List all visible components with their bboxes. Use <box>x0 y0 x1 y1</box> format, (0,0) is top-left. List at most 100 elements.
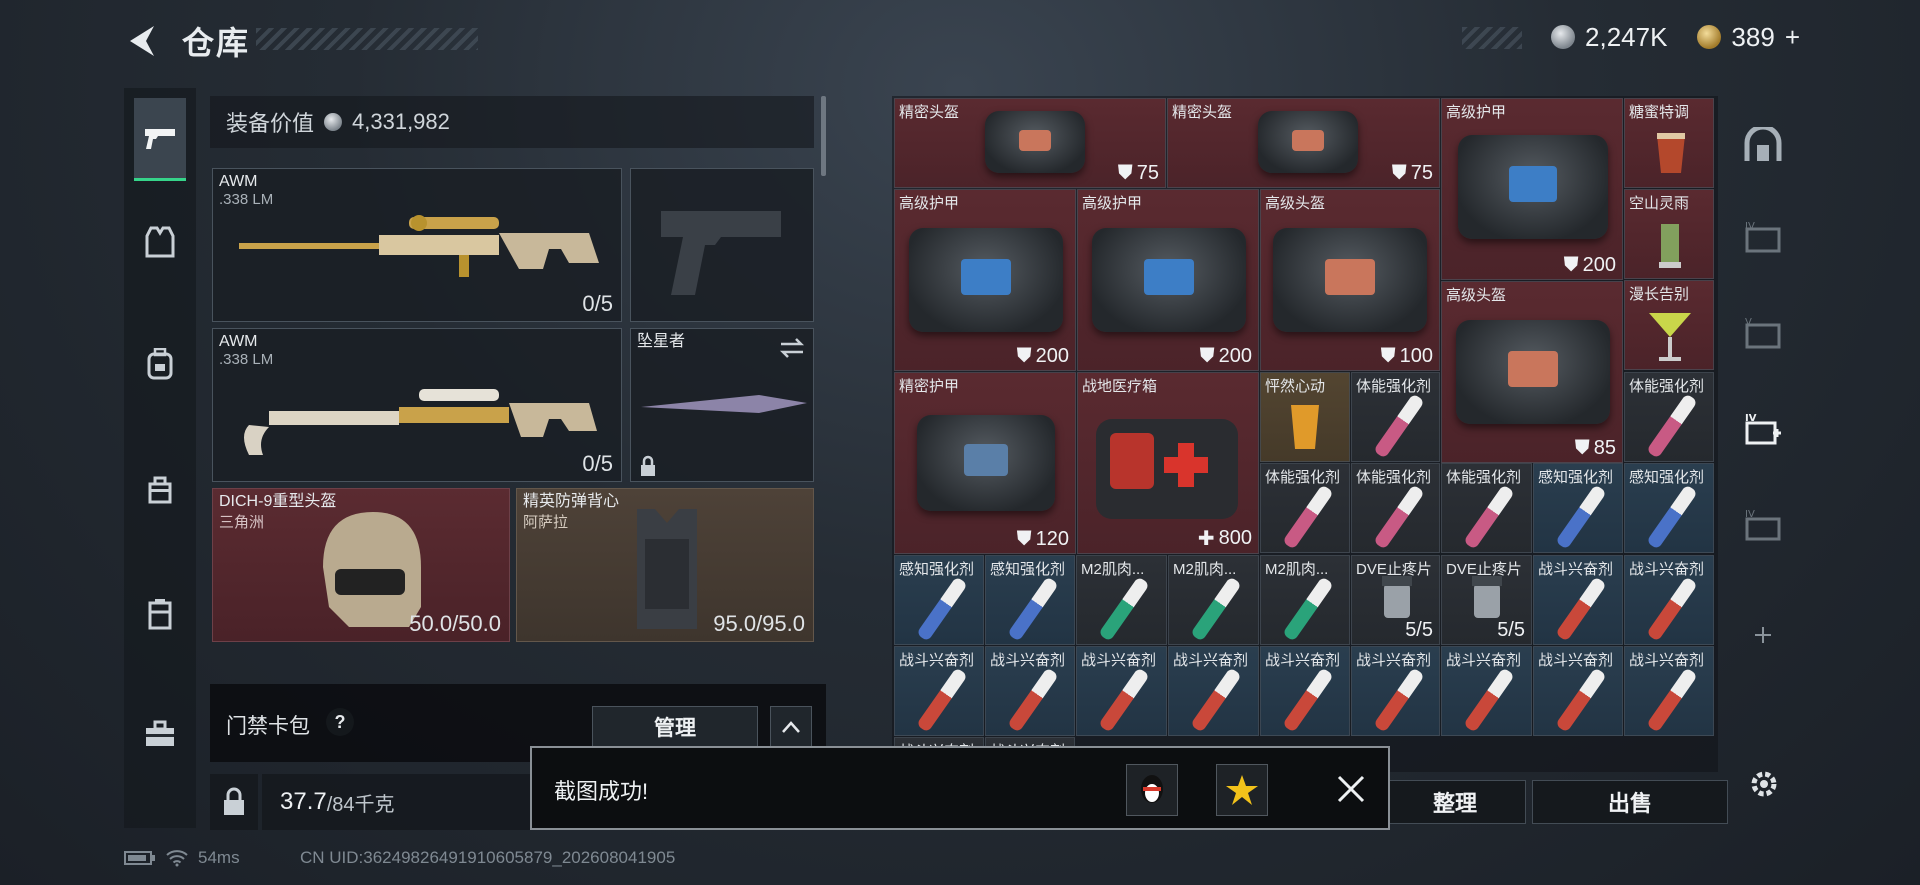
shield-icon: ⛊ <box>1016 345 1032 367</box>
storage-item[interactable]: M2肌肉... <box>1076 555 1167 645</box>
swap-icon[interactable] <box>779 337 805 359</box>
collapse-button[interactable] <box>770 706 812 748</box>
add-page-button[interactable] <box>1738 610 1788 660</box>
chevron-up-icon <box>782 721 800 733</box>
storage-item[interactable]: DVE止疼片 5/5 <box>1441 555 1532 645</box>
settings-button[interactable] <box>1742 762 1786 806</box>
sniper-rifle-icon <box>239 215 599 277</box>
item-name: 糖蜜特调 <box>1629 104 1690 121</box>
storage-item[interactable]: 高级护甲 ⛊ 200 <box>894 189 1076 371</box>
storage-item[interactable]: 精密头盔 ⛊ 75 <box>1167 98 1440 188</box>
shield-icon: ⛊ <box>1016 528 1032 550</box>
penguin-icon <box>1141 775 1163 803</box>
storage-item[interactable]: 感知强化剂 <box>894 555 984 645</box>
sell-button[interactable]: 出售 <box>1532 780 1728 824</box>
item-name: 体能强化剂 <box>1356 469 1432 486</box>
item-name: 战斗兴奋剂 <box>1629 561 1705 578</box>
storage-item[interactable]: 体能强化剂 <box>1260 463 1350 553</box>
storage-item[interactable]: 感知强化剂 <box>1624 463 1714 553</box>
storage-item[interactable]: 战地医疗箱 ✚ 800 <box>1077 372 1259 554</box>
medical-box-icon: IV <box>1745 413 1781 445</box>
storage-item[interactable]: 战斗兴奋剂 <box>1076 646 1167 736</box>
shield-icon: ⛊ <box>1563 254 1579 276</box>
storage-item[interactable]: 战斗兴奋剂 <box>1260 646 1350 736</box>
item-name: 高级头盔 <box>1265 195 1326 212</box>
storage-item[interactable]: 体能强化剂 <box>1441 463 1532 553</box>
item-value: 5/5 <box>1405 619 1433 641</box>
armor-slot[interactable]: 精英防弹背心 阿萨拉 95.0/95.0 <box>516 488 814 642</box>
item-name: 感知强化剂 <box>1629 469 1705 486</box>
tab-weapons[interactable] <box>134 98 186 181</box>
melee-slot[interactable]: 坠星者 <box>630 328 814 482</box>
helmet-faction: 三角洲 <box>219 514 265 531</box>
pouch-icon <box>148 476 172 504</box>
syringe-icon <box>1555 667 1607 733</box>
sidearm-slot-empty[interactable] <box>630 168 814 322</box>
storage-page-4-tab[interactable]: IV <box>1738 212 1788 262</box>
tab-container[interactable] <box>134 588 186 640</box>
item-name: 战斗兴奋剂 <box>990 652 1066 669</box>
primary-weapon-slot-2[interactable]: AWM .338 LM 0/5 <box>212 328 622 482</box>
storage-item[interactable]: M2肌肉... <box>1260 555 1350 645</box>
storage-main-tab[interactable] <box>1738 120 1788 170</box>
storage-item[interactable]: 战斗兴奋剂 <box>1533 555 1623 645</box>
helmet-slot[interactable]: DICH-9重型头盔 三角洲 50.0/50.0 <box>212 488 510 642</box>
storage-item[interactable]: 战斗兴奋剂 <box>1351 646 1440 736</box>
storage-item[interactable]: 怦然心动 <box>1260 372 1350 462</box>
storage-item[interactable]: 战斗兴奋剂 <box>1533 646 1623 736</box>
back-arrow-icon[interactable] <box>124 22 162 60</box>
storage-page-extra-tab[interactable]: IV <box>1738 500 1788 550</box>
storage-item[interactable]: 高级头盔 ⛊ 85 <box>1441 281 1623 463</box>
tab-toolbox[interactable] <box>134 708 186 760</box>
manage-button[interactable]: 管理 <box>592 706 758 748</box>
storage-item[interactable]: 战斗兴奋剂 <box>985 646 1075 736</box>
storage-item[interactable]: 高级护甲 ⛊ 200 <box>1441 98 1623 280</box>
storage-page-5-tab[interactable]: V <box>1738 308 1788 358</box>
melee-name: 坠星者 <box>637 333 686 350</box>
storage-item[interactable]: 战斗兴奋剂 <box>1624 555 1714 645</box>
help-icon[interactable]: ? <box>326 708 354 736</box>
storage-item[interactable]: 体能强化剂 <box>1624 372 1714 462</box>
lock-button[interactable] <box>210 774 258 830</box>
equipment-scrollbar[interactable] <box>821 96 826 176</box>
battery-icon <box>124 851 155 865</box>
gear-icon <box>1751 771 1777 797</box>
storage-item[interactable]: 精密护甲 ⛊ 120 <box>894 372 1076 554</box>
shield-icon: ⛊ <box>1117 162 1133 184</box>
storage-item[interactable]: 战斗兴奋剂 <box>1624 646 1714 736</box>
storage-item[interactable]: 战斗兴奋剂 <box>1168 646 1259 736</box>
armor-name: 精英防弹背心 <box>523 493 620 510</box>
syringe-icon <box>1282 484 1334 550</box>
storage-item[interactable]: 体能强化剂 <box>1351 463 1440 553</box>
storage-item[interactable]: 高级护甲 ⛊ 200 <box>1077 189 1259 371</box>
storage-item[interactable]: DVE止疼片 5/5 <box>1351 555 1440 645</box>
close-icon <box>1337 775 1365 803</box>
item-name: 高级护甲 <box>1446 104 1507 121</box>
storage-item[interactable]: M2肌肉... <box>1168 555 1259 645</box>
storage-item[interactable]: 感知强化剂 <box>985 555 1075 645</box>
page-title: 仓库 <box>182 25 251 61</box>
storage-item[interactable]: 高级头盔 ⛊ 100 <box>1260 189 1440 371</box>
storage-item[interactable]: 空山灵雨 <box>1624 189 1714 279</box>
storage-item[interactable]: 精密头盔 ⛊ 75 <box>894 98 1166 188</box>
toast-close-button[interactable] <box>1328 766 1374 812</box>
syringe-icon <box>1282 667 1334 733</box>
storage-item[interactable]: 战斗兴奋剂 <box>894 646 984 736</box>
storage-page-medical-tab[interactable]: IV <box>1738 404 1788 454</box>
tab-bag[interactable] <box>134 463 186 515</box>
primary-weapon-slot-1[interactable]: AWM .338 LM 0/5 <box>212 168 622 322</box>
share-qq-button[interactable] <box>1126 764 1178 816</box>
share-qzone-button[interactable] <box>1216 764 1268 816</box>
tab-armor[interactable] <box>134 216 186 268</box>
sort-button[interactable]: 整理 <box>1384 780 1526 824</box>
storage-page-bar: IV V IV IV <box>1730 96 1796 772</box>
storage-item[interactable]: 糖蜜特调 <box>1624 98 1714 188</box>
tab-backpack[interactable] <box>134 338 186 390</box>
gold-add-button[interactable]: + <box>1785 22 1800 53</box>
storage-item[interactable]: 漫长告别 <box>1624 280 1714 370</box>
storage-item[interactable]: 战斗兴奋剂 <box>1441 646 1532 736</box>
svg-text:IV: IV <box>1745 221 1755 232</box>
storage-item[interactable]: 体能强化剂 <box>1351 372 1440 462</box>
gold-coin-icon <box>1697 25 1722 49</box>
storage-item[interactable]: 感知强化剂 <box>1533 463 1623 553</box>
